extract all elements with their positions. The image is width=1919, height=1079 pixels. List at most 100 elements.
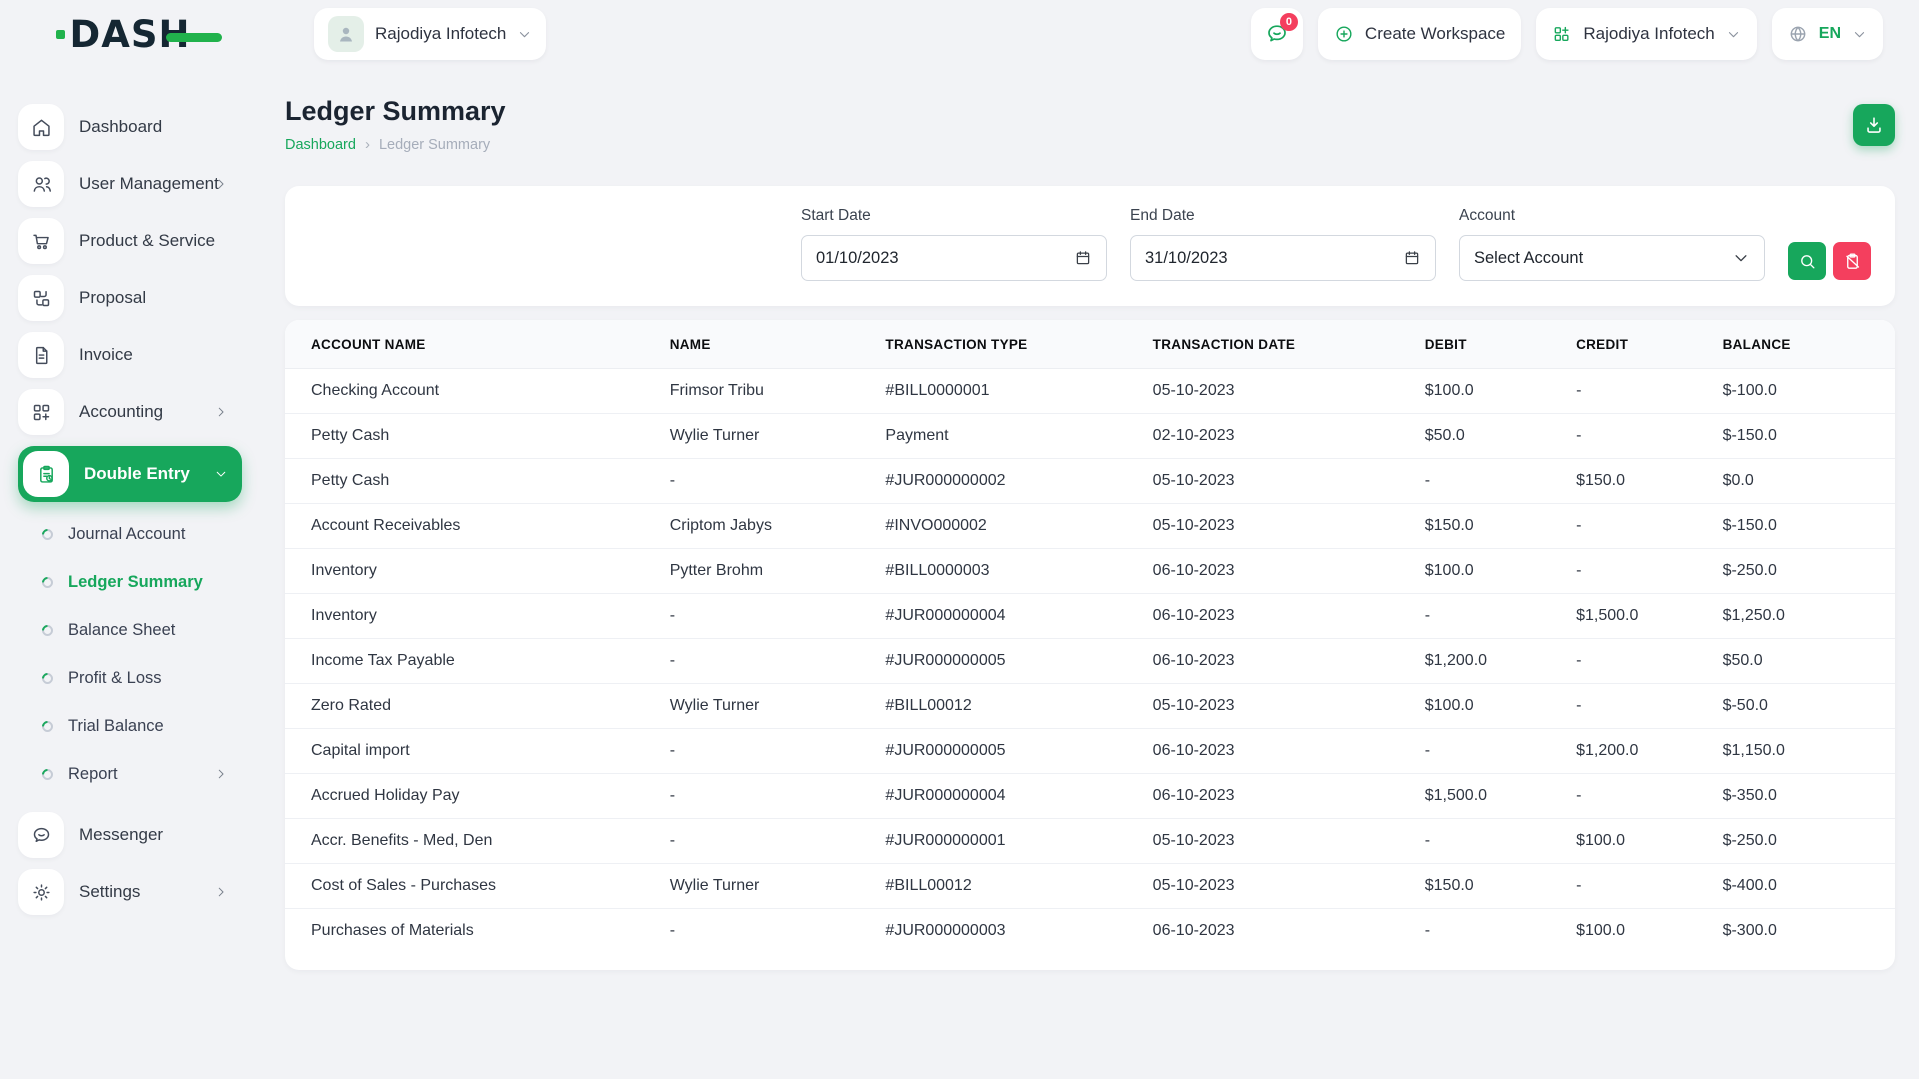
account-select[interactable]: Select Account [1459, 235, 1765, 281]
table-cell: Pytter Brohm [654, 549, 870, 594]
sidebar-subitem-journal-account[interactable]: Journal Account [0, 510, 242, 558]
calendar-icon [1403, 249, 1421, 267]
sidebar-item-messenger[interactable]: Messenger [18, 812, 242, 858]
table-cell: - [1409, 729, 1560, 774]
bullet-icon [40, 766, 56, 782]
account-label: Account [1459, 207, 1765, 225]
table-cell: $50.0 [1707, 639, 1895, 684]
download-icon [1863, 114, 1885, 136]
table-cell: Wylie Turner [654, 684, 870, 729]
table-cell: Accrued Holiday Pay [285, 774, 654, 819]
table-cell: $1,200.0 [1560, 729, 1707, 774]
table-cell: 06-10-2023 [1137, 549, 1409, 594]
sidebar-subitem-profit-loss[interactable]: Profit & Loss [0, 654, 242, 702]
table-cell: Account Receivables [285, 504, 654, 549]
sidebar-item-dashboard[interactable]: Dashboard [18, 104, 242, 150]
workspace-user-name: Rajodiya Infotech [375, 24, 506, 44]
table-cell: $100.0 [1560, 909, 1707, 954]
sidebar-subitem-report[interactable]: Report [0, 750, 242, 798]
table-cell: - [1409, 594, 1560, 639]
start-date-input[interactable]: 01/10/2023 [801, 235, 1107, 281]
proposal-icon [18, 275, 64, 321]
search-button[interactable] [1788, 242, 1826, 280]
column-header-debit: DEBIT [1409, 320, 1560, 369]
table-cell: #BILL0000001 [869, 369, 1136, 414]
bullet-icon [40, 622, 56, 638]
table-cell: 06-10-2023 [1137, 729, 1409, 774]
sidebar-subitem-label: Journal Account [68, 525, 185, 544]
start-date-field: Start Date 01/10/2023 [801, 207, 1107, 281]
table-cell: #BILL0000003 [869, 549, 1136, 594]
chevron-down-icon [1726, 27, 1741, 42]
end-date-field: End Date 31/10/2023 [1130, 207, 1436, 281]
table-cell: 06-10-2023 [1137, 909, 1409, 954]
table-cell: Capital import [285, 729, 654, 774]
table-cell: 05-10-2023 [1137, 819, 1409, 864]
accounting-icon [18, 389, 64, 435]
table-cell: - [1560, 504, 1707, 549]
sidebar-item-double-entry[interactable]: Double Entry [18, 446, 242, 502]
sidebar-item-invoice[interactable]: Invoice [18, 332, 242, 378]
company-menu[interactable]: Rajodiya Infotech [1536, 8, 1756, 60]
sidebar-subitem-balance-sheet[interactable]: Balance Sheet [0, 606, 242, 654]
table-cell: $0.0 [1707, 459, 1895, 504]
user-avatar-icon [334, 22, 358, 46]
table-row: Account ReceivablesCriptom Jabys#INVO000… [285, 504, 1895, 549]
sidebar-subitem-ledger-summary[interactable]: Ledger Summary [0, 558, 242, 606]
sidebar-item-label: Product & Service [79, 231, 215, 251]
table-row: Checking AccountFrimsor Tribu#BILL000000… [285, 369, 1895, 414]
table-cell: $-350.0 [1707, 774, 1895, 819]
table-cell: 05-10-2023 [1137, 864, 1409, 909]
table-cell: 05-10-2023 [1137, 459, 1409, 504]
table-cell: $1,150.0 [1707, 729, 1895, 774]
sidebar-item-user-management[interactable]: User Management [18, 161, 242, 207]
chevron-right-icon [214, 177, 228, 191]
chevron-right-icon [214, 767, 228, 781]
app-logo[interactable]: DASH [0, 13, 260, 56]
clear-filter-icon [1843, 252, 1862, 271]
main-content: Ledger Summary Dashboard › Ledger Summar… [260, 68, 1919, 1079]
sidebar-item-accounting[interactable]: Accounting [18, 389, 242, 435]
bullet-icon [40, 574, 56, 590]
sidebar-subitem-trial-balance[interactable]: Trial Balance [0, 702, 242, 750]
messages-button[interactable]: 0 [1251, 8, 1303, 60]
table-cell: #INVO000002 [869, 504, 1136, 549]
breadcrumb-dashboard-link[interactable]: Dashboard [285, 137, 356, 153]
sidebar-item-settings[interactable]: Settings [18, 869, 242, 915]
topbar: DASH Rajodiya Infotech 0 Create Workspac… [0, 0, 1919, 68]
language-menu[interactable]: EN [1772, 8, 1883, 60]
table-row: Capital import-#JUR00000000506-10-2023-$… [285, 729, 1895, 774]
create-workspace-button[interactable]: Create Workspace [1318, 8, 1521, 60]
table-cell: Petty Cash [285, 414, 654, 459]
sidebar-item-proposal[interactable]: Proposal [18, 275, 242, 321]
table-row: Petty Cash-#JUR00000000205-10-2023-$150.… [285, 459, 1895, 504]
table-cell: - [654, 639, 870, 684]
sidebar-subitem-label: Ledger Summary [68, 573, 203, 592]
start-date-label: Start Date [801, 207, 1107, 225]
table-cell: #JUR000000005 [869, 639, 1136, 684]
reset-filter-button[interactable] [1833, 242, 1871, 280]
sidebar-item-label: Proposal [79, 288, 146, 308]
table-cell: $-300.0 [1707, 909, 1895, 954]
sidebar-item-product-service[interactable]: Product & Service [18, 218, 242, 264]
sidebar-bottom-nav: Messenger Settings [0, 812, 260, 915]
end-date-input[interactable]: 31/10/2023 [1130, 235, 1436, 281]
table-cell: - [1409, 909, 1560, 954]
table-cell: $-250.0 [1707, 819, 1895, 864]
avatar [328, 16, 364, 52]
table-cell: Purchases of Materials [285, 909, 654, 954]
filter-card: Start Date 01/10/2023 End Date 31/10/202… [285, 186, 1895, 306]
download-button[interactable] [1853, 104, 1895, 146]
table-cell: Frimsor Tribu [654, 369, 870, 414]
sidebar-main-nav: Dashboard User Management Product & Servic… [0, 104, 260, 502]
sidebar-item-label: Messenger [79, 825, 163, 845]
table-cell: - [1409, 819, 1560, 864]
chevron-down-icon [214, 467, 228, 481]
table-row: Inventory-#JUR00000000406-10-2023-$1,500… [285, 594, 1895, 639]
breadcrumb-separator-icon: › [365, 136, 370, 153]
workspace-user-menu[interactable]: Rajodiya Infotech [314, 8, 546, 60]
table-cell: 06-10-2023 [1137, 594, 1409, 639]
filter-buttons [1788, 242, 1871, 280]
start-date-value: 01/10/2023 [816, 249, 899, 268]
bullet-icon [40, 718, 56, 734]
